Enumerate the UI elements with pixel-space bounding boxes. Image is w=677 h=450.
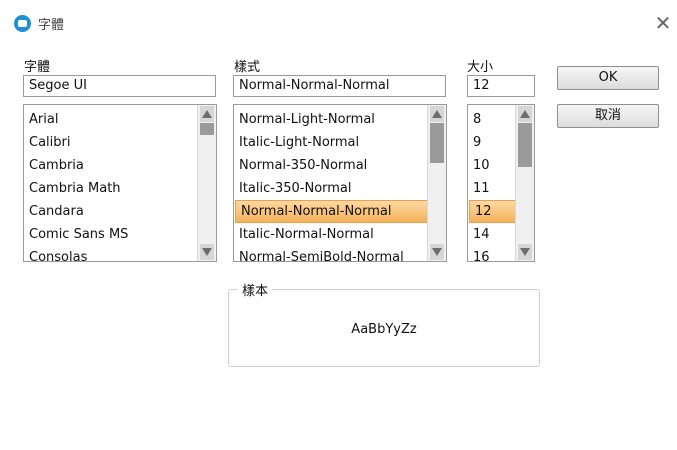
size-list-item[interactable]: 8 — [468, 108, 516, 131]
window-title: 字體 — [38, 18, 65, 33]
size-list[interactable]: 8 9 10 11 12 14 16 — [467, 104, 535, 262]
size-label: 大小 — [467, 60, 494, 75]
font-list-item[interactable]: Arial — [24, 108, 198, 131]
ok-button[interactable]: OK — [557, 66, 659, 90]
scroll-down-arrow-icon[interactable] — [200, 244, 214, 260]
style-label: 樣式 — [234, 60, 261, 75]
sample-preview-text: AaBbYyZz — [351, 322, 417, 337]
app-icon — [14, 15, 31, 32]
sample-legend: 樣本 — [238, 280, 273, 299]
style-list-item[interactable]: Italic-Normal-Normal — [234, 223, 428, 246]
font-list-scrollbar[interactable] — [197, 105, 216, 261]
size-list-scrollbar[interactable] — [515, 105, 534, 261]
style-list-item-selected[interactable]: Normal-Normal-Normal — [235, 200, 428, 223]
scroll-up-arrow-icon[interactable] — [518, 106, 532, 122]
scroll-up-arrow-icon[interactable] — [430, 106, 444, 122]
scroll-down-arrow-icon[interactable] — [518, 244, 532, 260]
size-list-item[interactable]: 16 — [468, 246, 516, 261]
font-list-item[interactable]: Comic Sans MS — [24, 223, 198, 246]
font-input[interactable]: Segoe UI — [23, 75, 216, 97]
font-list[interactable]: Arial Calibri Cambria Cambria Math Canda… — [23, 104, 217, 262]
scroll-thumb[interactable] — [200, 123, 214, 135]
scroll-up-arrow-icon[interactable] — [200, 106, 214, 122]
font-list-item[interactable]: Candara — [24, 200, 198, 223]
size-list-item[interactable]: 11 — [468, 177, 516, 200]
style-list-item[interactable]: Normal-Light-Normal — [234, 108, 428, 131]
style-input[interactable]: Normal-Normal-Normal — [233, 75, 446, 97]
style-list[interactable]: Normal-Light-Normal Italic-Light-Normal … — [233, 104, 447, 262]
font-list-item[interactable]: Cambria Math — [24, 177, 198, 200]
size-list-item[interactable]: 9 — [468, 131, 516, 154]
size-list-item[interactable]: 10 — [468, 154, 516, 177]
title-bar: 字體 ✕ — [0, 0, 677, 46]
scroll-down-arrow-icon[interactable] — [430, 244, 444, 260]
scroll-thumb[interactable] — [430, 123, 444, 163]
size-list-item-selected[interactable]: 12 — [469, 200, 516, 223]
font-list-item[interactable]: Consolas — [24, 246, 198, 261]
style-list-item[interactable]: Italic-Light-Normal — [234, 131, 428, 154]
style-list-item[interactable]: Normal-350-Normal — [234, 154, 428, 177]
font-list-item[interactable]: Cambria — [24, 154, 198, 177]
cancel-button[interactable]: 取消 — [557, 104, 659, 128]
font-label: 字體 — [24, 60, 51, 75]
size-input[interactable]: 12 — [467, 75, 535, 97]
close-button[interactable]: ✕ — [652, 12, 674, 34]
font-list-item[interactable]: Calibri — [24, 131, 198, 154]
style-list-item[interactable]: Italic-350-Normal — [234, 177, 428, 200]
style-list-scrollbar[interactable] — [427, 105, 446, 261]
scroll-thumb[interactable] — [518, 123, 532, 167]
size-list-item[interactable]: 14 — [468, 223, 516, 246]
style-list-item[interactable]: Normal-SemiBold-Normal — [234, 246, 428, 261]
